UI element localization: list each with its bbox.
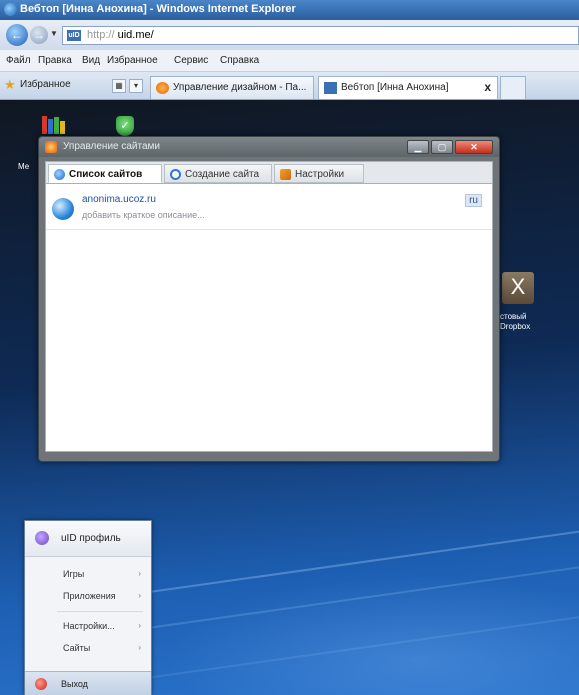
address-toolbar: ← → ▼ uID http:// uid.me/ xyxy=(0,20,579,50)
menu-favorites[interactable]: Избранное xyxy=(107,55,158,66)
site-favicon-icon: uID xyxy=(67,30,81,41)
start-menu: uID профиль Игры › Приложения › Настройк… xyxy=(24,520,152,695)
tab-label: Вебтоп [Инна Анохина] xyxy=(341,82,449,93)
desktop-icon-label: Ме xyxy=(18,162,30,171)
site-language-badge: ru xyxy=(465,194,482,207)
tab-label: Управление дизайном - Па... xyxy=(173,82,307,93)
site-management-window: Управление сайтами ▁ ▢ ✕ Список сайтов С… xyxy=(38,136,500,462)
profile-icon xyxy=(35,531,49,545)
x-app-icon[interactable]: X xyxy=(502,272,534,304)
submenu-arrow-icon: › xyxy=(138,591,141,600)
uid-profile-item[interactable]: uID профиль xyxy=(25,521,151,557)
site-name-link[interactable]: anonima.ucoz.ru xyxy=(82,194,156,205)
create-site-icon xyxy=(170,169,181,180)
menu-bar: Файл Правка Вид Избранное Сервис Справка xyxy=(0,50,579,72)
forward-arrow-icon[interactable]: → xyxy=(30,26,48,44)
library-books-icon[interactable] xyxy=(42,116,65,134)
ucoz-logo-icon xyxy=(156,82,169,94)
close-tab-icon[interactable]: x xyxy=(484,80,491,94)
exit-icon xyxy=(35,678,47,690)
menu-divider xyxy=(57,611,143,612)
favorites-label: Избранное xyxy=(20,79,71,90)
menu-help[interactable]: Справка xyxy=(220,55,259,66)
history-dropdown-icon[interactable]: ▼ xyxy=(50,29,58,38)
address-prefix: http:// xyxy=(87,29,115,41)
tab-list-dropdown-icon[interactable]: ▾ xyxy=(129,79,143,93)
browser-title: Вебтоп [Инна Анохина] - Windows Internet… xyxy=(20,3,296,15)
favorites-button[interactable]: ★ Избранное xyxy=(4,77,71,92)
submenu-arrow-icon: › xyxy=(138,621,141,630)
desktop-right-icon-label: стовый Dropbox xyxy=(500,312,531,331)
exit-button[interactable]: Выход xyxy=(25,671,151,695)
menu-tools[interactable]: Сервис xyxy=(174,55,208,66)
address-host: uid.me/ xyxy=(117,29,154,41)
menu-item-settings[interactable]: Настройки... › xyxy=(63,621,141,631)
window-app-icon xyxy=(45,141,57,153)
tab-site-list[interactable]: Список сайтов xyxy=(48,164,162,183)
uid-logo-icon xyxy=(324,82,337,94)
address-bar[interactable]: uID http:// uid.me/ xyxy=(62,26,579,45)
menu-item-sites[interactable]: Сайты › xyxy=(63,643,141,653)
window-tabs: Список сайтов Создание сайта Настройки xyxy=(45,161,493,184)
site-list-icon xyxy=(54,169,65,180)
new-tab-button[interactable] xyxy=(500,76,526,99)
window-title-bar[interactable]: Управление сайтами ▁ ▢ ✕ xyxy=(39,137,499,157)
browser-title-bar: Вебтоп [Инна Анохина] - Windows Internet… xyxy=(0,0,579,20)
tab-design-management[interactable]: Управление дизайном - Па... xyxy=(150,76,314,99)
menu-item-games[interactable]: Игры › xyxy=(63,569,141,579)
site-description[interactable]: добавить краткое описание... xyxy=(82,210,205,220)
submenu-arrow-icon: › xyxy=(138,569,141,578)
quick-tabs-icon[interactable]: ▦ xyxy=(112,79,126,93)
favorites-star-icon: ★ xyxy=(4,77,16,92)
list-item[interactable]: anonima.ucoz.ru добавить краткое описани… xyxy=(46,184,492,230)
site-list-panel: anonima.ucoz.ru добавить краткое описани… xyxy=(45,184,493,452)
menu-item-applications[interactable]: Приложения › xyxy=(63,591,141,601)
settings-tools-icon xyxy=(280,169,291,180)
close-window-button[interactable]: ✕ xyxy=(455,140,493,154)
menu-file[interactable]: Файл xyxy=(6,55,31,66)
globe-icon xyxy=(52,198,74,220)
tab-settings[interactable]: Настройки xyxy=(274,164,364,183)
antivirus-shield-icon[interactable]: ✓ xyxy=(116,116,134,136)
webtop-desktop: ✓ Ме X стовый Dropbox Управление сайтами… xyxy=(0,100,579,695)
maximize-button[interactable]: ▢ xyxy=(431,140,453,154)
minimize-button[interactable]: ▁ xyxy=(407,140,429,154)
back-arrow-icon[interactable]: ← xyxy=(6,24,28,46)
menu-view[interactable]: Вид xyxy=(82,55,100,66)
ie-logo-icon xyxy=(4,3,17,16)
tab-webtop[interactable]: Вебтоп [Инна Анохина] x xyxy=(318,76,498,99)
tab-create-site[interactable]: Создание сайта xyxy=(164,164,272,183)
favorites-tab-bar: ★ Избранное ▦ ▾ Управление дизайном - Па… xyxy=(0,72,579,100)
window-title: Управление сайтами xyxy=(63,141,161,152)
submenu-arrow-icon: › xyxy=(138,643,141,652)
menu-edit[interactable]: Правка xyxy=(38,55,72,66)
